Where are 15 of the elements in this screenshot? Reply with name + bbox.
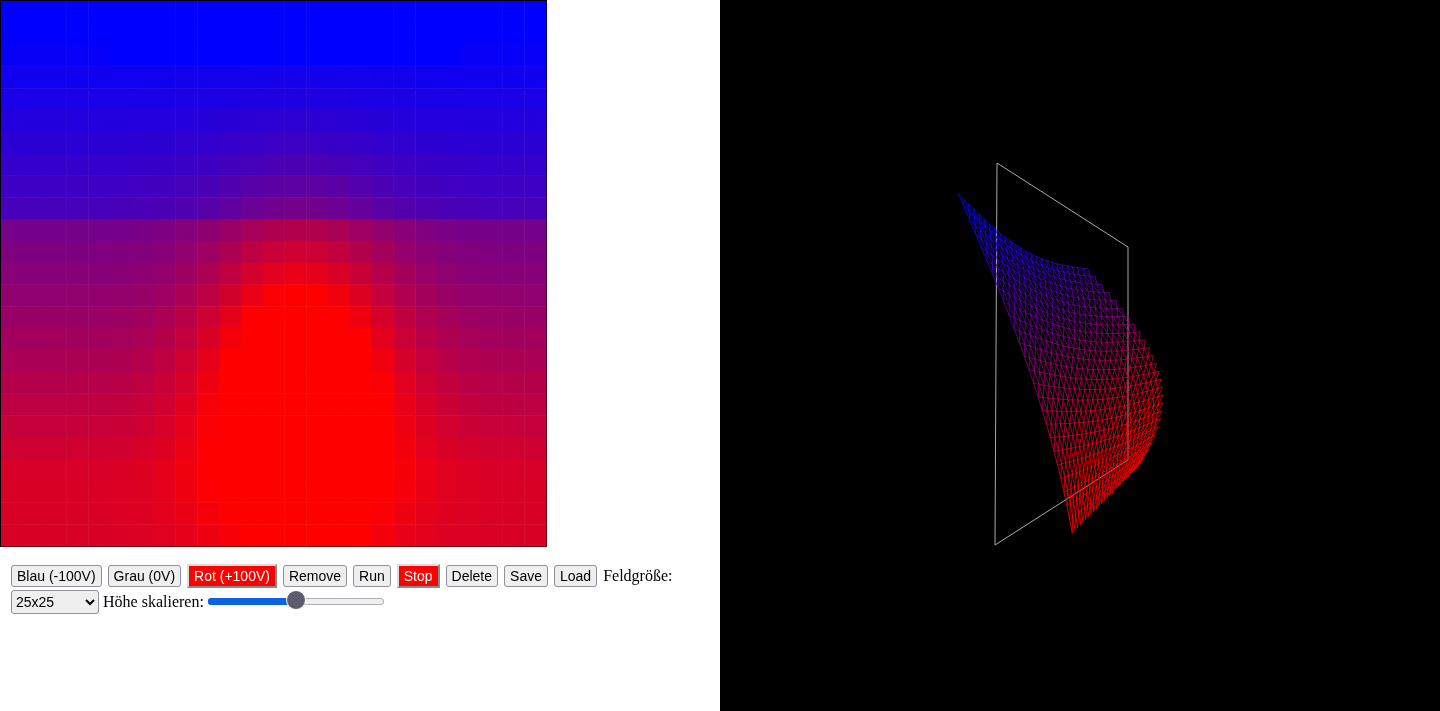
voltage-button[interactable]: Stop bbox=[396, 564, 440, 588]
voltage-button[interactable]: Delete bbox=[445, 565, 499, 587]
field-size-label: Feldgröße: bbox=[603, 567, 673, 584]
voltage-button[interactable]: Blau (-100V) bbox=[11, 565, 102, 587]
voltage-button[interactable]: Run bbox=[353, 565, 391, 587]
height-scale-slider[interactable] bbox=[207, 589, 384, 611]
height-scale-label: Höhe skalieren: bbox=[103, 593, 204, 610]
slider-thumb[interactable] bbox=[285, 590, 306, 610]
voltage-button[interactable]: Save bbox=[504, 565, 548, 587]
voltage-button[interactable]: Remove bbox=[282, 565, 348, 587]
voltage-button[interactable]: Grau (0V) bbox=[107, 565, 182, 587]
potential-field-drawing[interactable] bbox=[0, 0, 547, 547]
voltage-button[interactable]: Load bbox=[553, 565, 598, 587]
voltage-button[interactable]: Rot (+100V) bbox=[187, 564, 277, 588]
field-size-select[interactable]: 25x25 bbox=[11, 590, 99, 614]
